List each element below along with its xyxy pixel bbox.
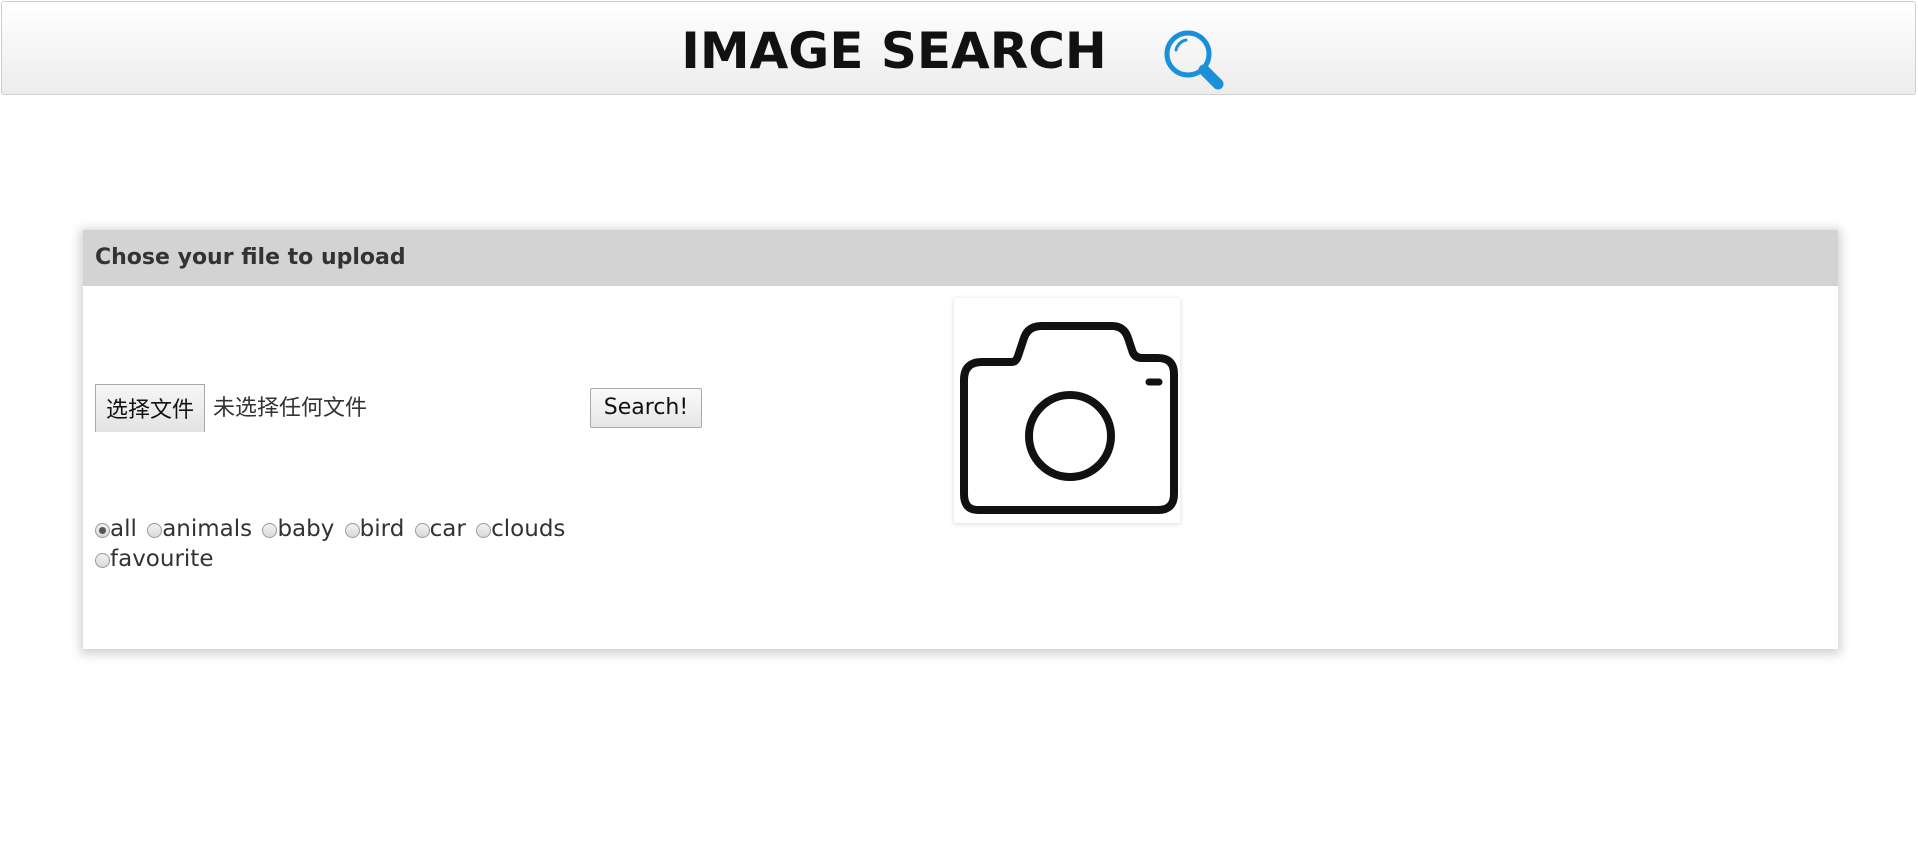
category-option-baby[interactable]: baby [262, 514, 334, 544]
category-option-clouds[interactable]: clouds [476, 514, 565, 544]
category-label: baby [277, 516, 335, 542]
page-title: IMAGE SEARCH [681, 22, 1107, 80]
category-label: bird [359, 516, 405, 542]
upload-panel-heading: Chose your file to upload [83, 230, 1838, 286]
upload-panel: Chose your file to upload 选择文件 未选择任何文件 S… [83, 230, 1838, 649]
camera-icon [960, 322, 1178, 514]
category-radio-group: all animals baby bird car clouds favouri… [95, 514, 595, 574]
image-preview[interactable] [954, 298, 1180, 523]
radio-button-animals[interactable] [147, 523, 163, 538]
radio-button-bird[interactable] [344, 523, 360, 538]
category-option-favourite[interactable]: favourite [95, 544, 213, 574]
search-button[interactable]: Search! [590, 388, 702, 428]
category-label: all [110, 516, 137, 542]
radio-button-all[interactable] [95, 523, 110, 538]
magnifier-icon[interactable] [1162, 28, 1228, 94]
category-option-bird[interactable]: bird [344, 514, 405, 544]
radio-button-baby[interactable] [262, 523, 278, 538]
category-label: car [429, 516, 466, 542]
category-label: favourite [110, 546, 214, 572]
category-label: animals [162, 516, 253, 542]
header-bar: IMAGE SEARCH [1, 1, 1916, 95]
choose-file-button[interactable]: 选择文件 [95, 384, 206, 432]
file-status-text: 未选择任何文件 [213, 396, 368, 421]
category-option-all[interactable]: all [95, 514, 137, 544]
category-option-animals[interactable]: animals [147, 514, 252, 544]
category-option-car[interactable]: car [414, 514, 466, 544]
radio-button-car[interactable] [414, 523, 430, 538]
category-label: clouds [491, 516, 566, 542]
radio-button-clouds[interactable] [476, 523, 492, 538]
radio-button-favourite[interactable] [95, 553, 110, 568]
